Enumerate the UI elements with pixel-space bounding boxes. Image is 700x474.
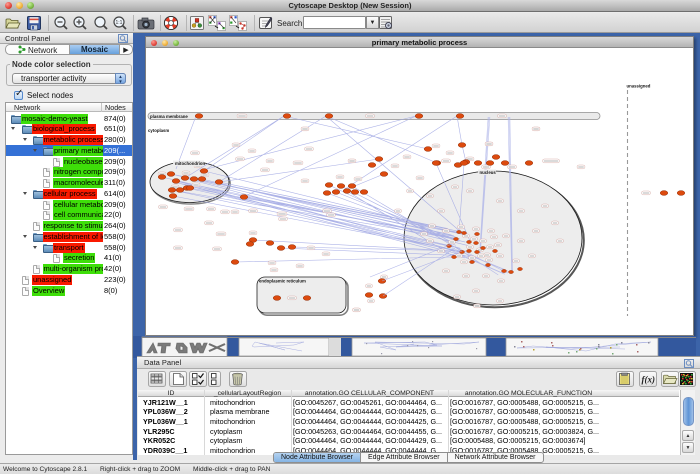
svg-text:plasma membrane: plasma membrane [150,114,188,119]
svg-text:endoplasmic reticulum: endoplasmic reticulum [259,279,306,284]
svg-text:1:1: 1:1 [116,20,123,26]
svg-text:mitochondrion: mitochondrion [175,161,205,166]
svg-text:nucleus: nucleus [480,170,497,175]
svg-text:cytoplasm: cytoplasm [148,128,169,133]
svg-text:f(x): f(x) [642,375,656,385]
svg-text:unassigned: unassigned [627,84,651,89]
